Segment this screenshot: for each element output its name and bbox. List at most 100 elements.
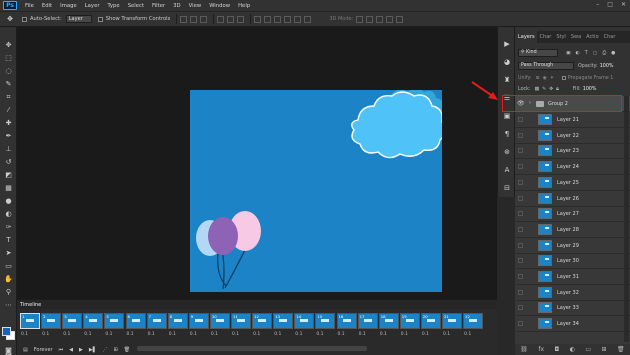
3d-scale-icon[interactable] xyxy=(396,15,404,23)
blend-mode-dropdown[interactable]: Pass Through xyxy=(518,62,574,70)
prev-frame-icon[interactable]: ◀ xyxy=(69,347,73,353)
document-canvas[interactable] xyxy=(190,90,442,292)
unify-visibility-icon[interactable]: ◉ xyxy=(543,76,547,81)
align-center-icon[interactable] xyxy=(227,15,235,23)
frame-delay-dropdown[interactable]: 0.1 xyxy=(338,332,345,337)
frame-delay-dropdown[interactable]: 0.1 xyxy=(232,332,239,337)
frame-delay-dropdown[interactable]: 0.1 xyxy=(253,332,260,337)
layer-row[interactable]: Layer 28 xyxy=(515,222,630,238)
zoom-tool-icon[interactable]: ⚲ xyxy=(4,288,13,297)
animation-frame[interactable]: 16 0.1 xyxy=(336,313,357,339)
menu-edit[interactable]: Edit xyxy=(42,3,52,9)
visibility-toggle[interactable] xyxy=(518,117,523,122)
shape-filter-icon[interactable]: ▢ xyxy=(593,51,598,56)
distribute-top-icon[interactable] xyxy=(254,15,262,23)
animation-frame[interactable]: 10 0.1 xyxy=(209,313,230,339)
maximize-icon[interactable]: □ xyxy=(607,1,613,8)
3d-slide-icon[interactable] xyxy=(386,15,394,23)
frame-delay-dropdown[interactable]: 0.1 xyxy=(380,332,387,337)
frame-delay-dropdown[interactable]: 0.1 xyxy=(359,332,366,337)
animation-frame[interactable]: 4 0.1 xyxy=(83,313,104,339)
move-tool-preset-icon[interactable]: ✥ xyxy=(4,14,16,24)
animation-frame[interactable]: 14 0.1 xyxy=(294,313,315,339)
visibility-toggle[interactable] xyxy=(518,242,523,248)
unify-style-icon[interactable]: ✦ xyxy=(550,76,554,81)
layer-row[interactable]: Layer 30 xyxy=(515,253,630,270)
layer-row[interactable]: Layer 34 xyxy=(515,316,630,333)
move-tool-icon[interactable]: ✥ xyxy=(4,41,13,50)
visibility-toggle[interactable] xyxy=(518,321,523,327)
layers-scrollbar[interactable] xyxy=(624,96,629,342)
visibility-toggle[interactable] xyxy=(518,148,523,154)
adjustments-panel-icon[interactable]: ♜ xyxy=(502,75,512,85)
lock-position-icon[interactable]: ✥ xyxy=(549,87,553,92)
gradient-tool-icon[interactable]: ▦ xyxy=(4,184,13,193)
fill-value[interactable]: 100% xyxy=(583,87,597,92)
layer-row[interactable]: Layer 24 xyxy=(515,159,630,176)
duplicate-frame-icon[interactable]: ⊞ xyxy=(114,347,118,353)
distribute-center-icon[interactable] xyxy=(294,15,302,23)
timeline-scrollbar[interactable] xyxy=(137,346,367,351)
tab-layers[interactable]: Layers xyxy=(515,31,537,43)
more-tools-icon[interactable]: ⋯ xyxy=(4,301,13,310)
layer-row[interactable]: Layer 29 xyxy=(515,238,630,254)
frame-delay-dropdown[interactable]: 0.1 xyxy=(422,332,429,337)
foreground-color-swatch[interactable] xyxy=(2,327,11,336)
delete-frame-icon[interactable]: 🗑︎ xyxy=(124,347,130,353)
layer-row[interactable]: Layer 26 xyxy=(515,191,630,207)
color-panel-icon[interactable]: ◕ xyxy=(502,57,512,67)
visibility-toggle[interactable] xyxy=(518,226,523,232)
adjustment-layer-icon[interactable]: ◐ xyxy=(570,346,575,353)
tab-actions[interactable]: Actio xyxy=(583,31,601,43)
history-panel-icon[interactable]: ▶ xyxy=(502,39,512,49)
visibility-toggle[interactable] xyxy=(518,258,523,264)
align-top-icon[interactable] xyxy=(180,15,188,23)
visibility-toggle[interactable] xyxy=(518,195,523,201)
fx-icon[interactable]: fx xyxy=(538,346,544,353)
first-frame-icon[interactable]: ⏮ xyxy=(59,347,64,353)
new-layer-icon[interactable]: ⊞ xyxy=(602,346,607,353)
dodge-tool-icon[interactable]: ◐ xyxy=(4,210,13,219)
propagate-checkbox[interactable] xyxy=(561,76,566,80)
visibility-toggle[interactable] xyxy=(518,211,523,217)
opacity-value[interactable]: 100% xyxy=(600,64,614,69)
eyedropper-tool-icon[interactable]: ⁄ xyxy=(4,106,13,115)
clone-stamp-tool-icon[interactable]: ⊥ xyxy=(4,145,13,154)
menu-filter[interactable]: Filter xyxy=(152,3,165,9)
3d-pan-icon[interactable] xyxy=(376,15,384,23)
distribute-left-icon[interactable] xyxy=(284,15,292,23)
tab-character-2[interactable]: Char xyxy=(601,31,618,43)
menu-layer[interactable]: Layer xyxy=(85,3,100,9)
animation-frame[interactable]: 8 0.1 xyxy=(167,313,188,339)
distribute-right-icon[interactable] xyxy=(304,15,312,23)
animation-frame[interactable]: 18 0.1 xyxy=(378,313,399,339)
glyphs-panel-icon[interactable]: ⊟ xyxy=(502,183,512,193)
loop-dropdown[interactable]: Forever xyxy=(34,347,53,353)
align-bottom-icon[interactable] xyxy=(200,15,208,23)
quick-mask-icon[interactable]: ◙ xyxy=(4,347,13,355)
crop-tool-icon[interactable]: ⌗ xyxy=(4,93,13,102)
visibility-toggle[interactable] xyxy=(518,164,523,170)
animation-frame[interactable]: 21 0.1 xyxy=(442,313,462,339)
animation-frame[interactable]: 22 0.1 xyxy=(463,313,484,339)
menu-3d[interactable]: 3D xyxy=(173,3,180,9)
frame-delay-dropdown[interactable]: 0.1 xyxy=(190,332,197,337)
path-selection-tool-icon[interactable]: ➤ xyxy=(4,249,13,258)
paragraph-panel-icon[interactable]: ¶ xyxy=(502,129,512,139)
auto-select-checkbox[interactable] xyxy=(22,16,27,22)
layer-row[interactable]: Layer 27 xyxy=(515,206,630,223)
layer-row[interactable]: Layer 31 xyxy=(515,269,630,285)
eraser-tool-icon[interactable]: ◩ xyxy=(4,171,13,180)
animation-frame[interactable]: 11 0.1 xyxy=(231,313,251,339)
trash-icon[interactable]: 🗑︎ xyxy=(617,346,625,353)
visibility-toggle[interactable] xyxy=(518,305,523,311)
type-filter-icon[interactable]: T xyxy=(585,51,588,56)
next-frame-icon[interactable]: ▶▌ xyxy=(89,347,97,353)
healing-brush-tool-icon[interactable]: ✚ xyxy=(4,119,13,128)
new-group-icon[interactable]: ▭ xyxy=(585,346,591,353)
animation-frame[interactable]: 9 0.1 xyxy=(188,313,209,339)
shape-tool-icon[interactable]: ▭ xyxy=(4,262,13,271)
animation-frame[interactable]: 17 0.1 xyxy=(357,313,378,339)
menu-type[interactable]: Type xyxy=(108,3,120,9)
animation-frame[interactable]: 3 0.1 xyxy=(62,313,83,339)
